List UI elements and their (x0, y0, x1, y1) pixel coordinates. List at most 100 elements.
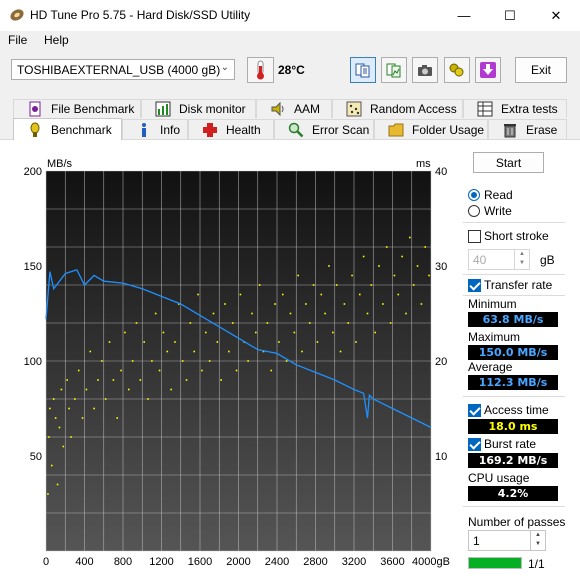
access-time-checkbox[interactable] (468, 404, 481, 417)
tab-error-scan[interactable]: Error Scan (274, 119, 374, 139)
access-time-point (112, 379, 115, 381)
copy-text-icon (355, 63, 370, 78)
access-time-point (162, 331, 165, 334)
access-time-point (197, 293, 199, 296)
transfer-rate-checkbox[interactable] (468, 279, 481, 292)
save-button[interactable] (475, 57, 501, 83)
access-time-point (201, 369, 203, 372)
separator (463, 295, 565, 296)
access-time-point (124, 331, 126, 334)
passes-spinner[interactable]: 1 ▲ ▼ (468, 530, 546, 551)
access-time-point (416, 265, 419, 267)
tab-aam[interactable]: AAM (256, 99, 332, 118)
app-icon (10, 9, 24, 21)
access-time-point (74, 398, 76, 400)
spin-up-icon[interactable]: ▲ (531, 531, 545, 540)
chevron-down-icon: ⌄ (220, 62, 229, 73)
disk-monitor-icon (155, 101, 171, 117)
access-time-point (147, 398, 149, 400)
tab-random-access[interactable]: Random Access (332, 99, 463, 118)
access-time-point (68, 407, 70, 410)
drive-select[interactable]: TOSHIBAEXTERNAL_USB (4000 gB) ⌄ (11, 59, 235, 80)
spin-down-icon[interactable]: ▼ (515, 259, 529, 268)
short-stroke-checkbox[interactable] (468, 230, 481, 243)
access-time-point (60, 388, 63, 391)
file-benchmark-icon (29, 101, 41, 117)
pass-progress-text: 1/1 (528, 557, 545, 571)
copy-image-button[interactable] (381, 57, 407, 83)
tab-disk-monitor[interactable]: Disk monitor (141, 99, 256, 118)
access-time-point (66, 379, 68, 381)
menu-bar (0, 31, 580, 51)
y-tick-label-left: 200 (24, 166, 42, 178)
access-time-point (374, 331, 376, 334)
copy-text-button[interactable] (350, 57, 376, 83)
tab-info[interactable]: Info (122, 119, 188, 139)
access-time-point (409, 236, 411, 239)
access-time-point (116, 417, 119, 419)
access-time-point (52, 398, 55, 400)
access-time-point (48, 436, 50, 438)
access-time-point (366, 312, 369, 315)
spin-down-icon[interactable]: ▼ (531, 540, 545, 549)
tab-label: Error Scan (312, 122, 370, 137)
menu-help[interactable]: Help (44, 33, 69, 47)
short-stroke-spinner[interactable]: 40 ▲ ▼ (468, 249, 530, 270)
access-time-point (258, 284, 261, 286)
separator (463, 222, 565, 223)
temperature-button[interactable] (247, 57, 274, 83)
tab-extra-tests[interactable]: Extra tests (463, 99, 567, 118)
start-button[interactable]: Start (473, 152, 544, 173)
maximize-button[interactable]: ☐ (487, 0, 533, 31)
options-button[interactable] (444, 57, 470, 83)
access-time-point (320, 293, 323, 296)
x-tick-label: 2400 (265, 556, 289, 568)
tab-health[interactable]: Health (188, 119, 274, 139)
x-tick-label: 0 (43, 556, 49, 568)
write-radio[interactable] (468, 205, 480, 217)
menu-file[interactable]: File (8, 33, 27, 47)
pass-progress-bar (468, 557, 522, 569)
tab-label: Benchmark (51, 122, 112, 137)
tab-file-benchmark[interactable]: File Benchmark (13, 99, 141, 118)
access-time-value: 18.0 ms (468, 419, 558, 434)
tab-label: Health (226, 122, 261, 137)
minimize-button[interactable]: — (441, 0, 487, 31)
access-time-point (127, 388, 130, 391)
info-icon (142, 122, 146, 137)
access-time-point (255, 331, 257, 334)
access-time-point (239, 293, 242, 296)
benchmark-icon (30, 122, 40, 137)
maximum-value: 150.0 MB/s (468, 345, 558, 360)
spin-up-icon[interactable]: ▲ (515, 250, 529, 259)
screenshot-button[interactable] (412, 57, 438, 83)
x-tick-label: 1200 (149, 556, 173, 568)
access-time-point (189, 322, 192, 324)
access-time-point (212, 312, 215, 315)
x-tick-label: 2000 (226, 556, 250, 568)
tab-benchmark[interactable]: Benchmark (13, 118, 122, 140)
read-radio[interactable] (468, 189, 480, 201)
access-time-point (347, 322, 350, 324)
access-time-point (228, 350, 230, 353)
burst-rate-checkbox[interactable] (468, 438, 481, 451)
drive-select-value: TOSHIBAEXTERNAL_USB (4000 gB) (17, 63, 221, 77)
tab-label: File Benchmark (51, 102, 135, 116)
access-time-point (231, 322, 234, 324)
exit-button[interactable]: Exit (515, 57, 567, 83)
y-tick-label-left: 150 (24, 261, 42, 273)
tab-label: Disk monitor (179, 102, 246, 116)
tab-folder-usage[interactable]: Folder Usage (374, 119, 488, 139)
access-time-point (332, 331, 334, 334)
access-time-point (328, 265, 330, 267)
close-button[interactable]: ✕ (533, 0, 579, 31)
average-value: 112.3 MB/s (468, 375, 558, 390)
access-time-point (166, 350, 169, 353)
access-time-point (139, 379, 142, 381)
x-tick-label: 3200 (342, 556, 366, 568)
access-time-point (174, 341, 176, 343)
tab-label: Folder Usage (412, 122, 485, 137)
tab-erase[interactable]: Erase (488, 119, 567, 139)
access-time-point (351, 274, 353, 277)
download-arrow-icon (480, 62, 496, 78)
